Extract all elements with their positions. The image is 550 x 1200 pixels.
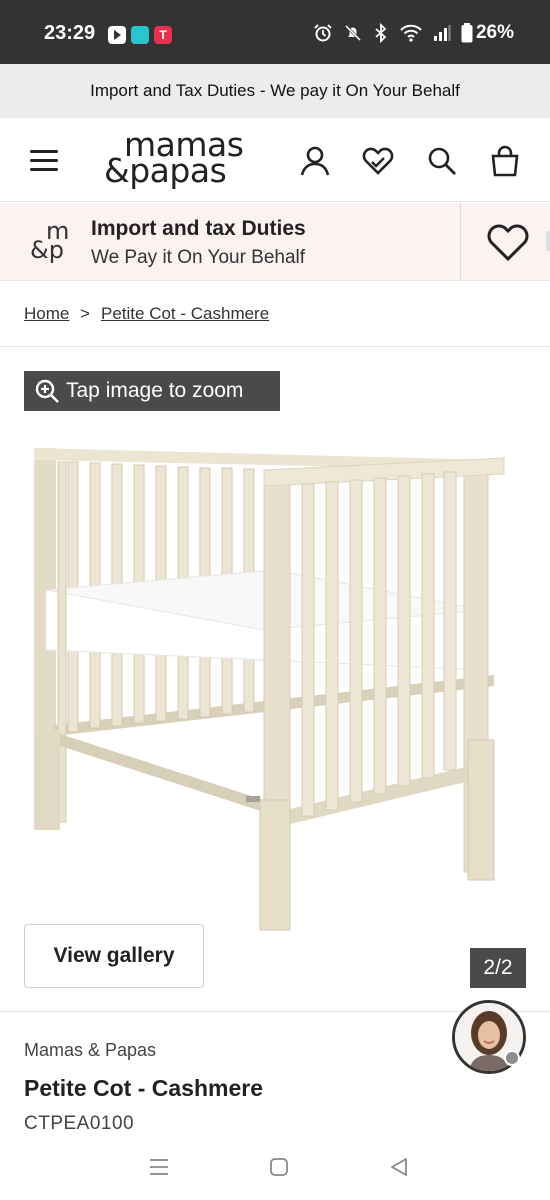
- heart-icon[interactable]: [486, 221, 530, 263]
- battery-icon: [461, 23, 473, 43]
- online-status-dot: [504, 1050, 520, 1066]
- site-header: mamas &papas: [0, 118, 550, 202]
- product-title: Petite Cot - Cashmere: [24, 1075, 264, 1101]
- promo-bar[interactable]: Import and Tax Duties - We pay it On You…: [0, 64, 550, 118]
- recent-apps-icon[interactable]: [148, 1156, 170, 1178]
- account-icon[interactable]: [298, 144, 332, 178]
- zoom-in-icon: [35, 379, 59, 403]
- home-icon[interactable]: [268, 1156, 290, 1178]
- status-time: 23:29: [44, 22, 96, 44]
- duties-divider: [460, 203, 461, 281]
- telemundo-icon: T: [154, 26, 172, 44]
- battery-indicator: 26%: [461, 22, 514, 44]
- view-gallery-button[interactable]: View gallery: [24, 924, 204, 988]
- status-bar: 23:29 T 26%: [0, 0, 550, 64]
- product-sku: CTPEA0100: [24, 1113, 135, 1134]
- back-icon[interactable]: [388, 1156, 410, 1178]
- youtube-icon: [108, 26, 126, 44]
- system-nav-bar: [0, 1140, 550, 1200]
- logo-line2: &papas: [104, 151, 227, 190]
- battery-percent: 26%: [475, 22, 514, 43]
- monogram-line2: &p: [30, 236, 64, 264]
- image-counter: 2/2: [470, 948, 526, 988]
- alarm-icon: [314, 24, 332, 42]
- breadcrumb: Home > Petite Cot - Cashmere: [0, 282, 550, 347]
- telegram-icon: [131, 26, 149, 44]
- site-logo[interactable]: mamas &papas: [104, 128, 254, 192]
- status-system-icons: 26%: [313, 22, 514, 44]
- status-app-icons: T: [108, 26, 172, 44]
- carousel-edge: [546, 231, 550, 251]
- breadcrumb-home-link[interactable]: Home: [24, 304, 69, 324]
- duties-subtitle: We Pay it On Your Behalf: [91, 247, 306, 268]
- breadcrumb-current-link[interactable]: Petite Cot - Cashmere: [101, 304, 269, 324]
- wishlist-icon[interactable]: [361, 144, 395, 178]
- signal-icon: [433, 25, 451, 41]
- menu-icon[interactable]: [30, 150, 58, 172]
- bluetooth-icon: [375, 23, 387, 43]
- zoom-label: Tap image to zoom: [66, 379, 244, 402]
- duties-title: Import and tax Duties: [91, 217, 306, 240]
- mute-icon: [344, 24, 362, 42]
- tap-to-zoom-badge[interactable]: Tap image to zoom: [24, 371, 280, 411]
- product-image[interactable]: [24, 440, 524, 940]
- chevron-right-icon: >: [80, 304, 90, 323]
- promo-text: Import and Tax Duties - We pay it On You…: [90, 81, 460, 100]
- search-icon[interactable]: [425, 144, 459, 178]
- bag-icon[interactable]: [488, 144, 522, 178]
- wifi-icon: [400, 24, 422, 42]
- duties-banner[interactable]: m &p Import and tax Duties We Pay it On …: [0, 203, 550, 281]
- brand-monogram: m &p: [30, 217, 74, 265]
- product-brand[interactable]: Mamas & Papas: [24, 1040, 156, 1061]
